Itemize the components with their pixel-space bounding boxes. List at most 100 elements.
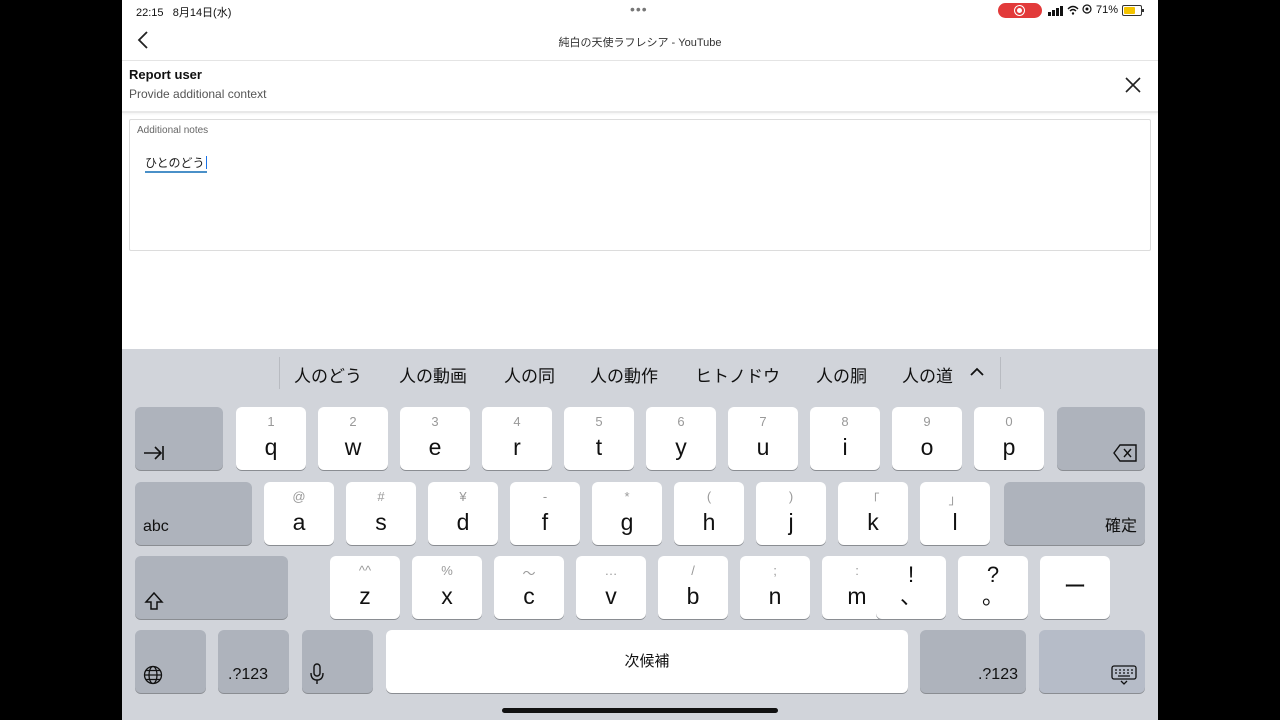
candidate-5[interactable]: 人の胴 — [816, 362, 867, 387]
key-sublabel: ) — [788, 489, 794, 504]
chevron-up-icon — [970, 367, 984, 376]
key-sublabel: 7 — [759, 414, 767, 429]
key-label: l — [952, 509, 958, 535]
notes-input-text[interactable]: ひとのどう — [145, 156, 207, 173]
key-sublabel: ^^ — [358, 563, 372, 578]
key-sublabel: 5 — [595, 414, 603, 429]
key-l[interactable]: 」 l — [920, 482, 990, 545]
key-v[interactable]: … v — [576, 556, 646, 619]
key-o[interactable]: 9o — [892, 407, 962, 470]
space-key[interactable]: 次候補 — [386, 630, 908, 693]
key-label: i — [842, 434, 848, 460]
key-label: u — [756, 434, 770, 460]
key-h[interactable]: (h — [674, 482, 744, 545]
key-j[interactable]: ) j — [756, 482, 826, 545]
expand-candidates-button[interactable] — [968, 361, 986, 381]
abc-key[interactable]: abc — [135, 482, 252, 545]
cellular-signal-icon — [1048, 6, 1064, 16]
key-g[interactable]: * g — [592, 482, 662, 545]
key-f[interactable]: -f — [510, 482, 580, 545]
key-c[interactable]: 〜 c — [494, 556, 564, 619]
key-label: q — [264, 434, 278, 460]
key-a[interactable]: @ a — [264, 482, 334, 545]
multitask-dots-icon[interactable]: ••• — [630, 1, 648, 17]
candidate-6[interactable]: 人の道 — [902, 362, 953, 387]
key-sublabel: - — [542, 489, 548, 504]
key-long-dash[interactable]: ー — [1040, 556, 1110, 619]
key-q[interactable]: 1q — [236, 407, 306, 470]
key-p[interactable]: 0p — [974, 407, 1044, 470]
status-time: 22:15 8月14日(水) — [136, 7, 232, 19]
candidate-bar: 人のどう 人の動画 人の同 人の動作 ヒトノドウ 人の胴 人の道 — [122, 349, 1158, 397]
tab-arrow-icon — [144, 446, 164, 460]
battery-percent: 71% — [1096, 4, 1119, 16]
key-label: c — [523, 583, 535, 609]
key-label: s — [375, 509, 387, 535]
key-b[interactable]: / b — [658, 556, 728, 619]
microphone-icon — [310, 663, 324, 684]
location-icon — [1082, 4, 1092, 17]
status-bar: 22:15 8月14日(水) ••• 71% — [122, 0, 1158, 22]
key-x[interactable]: % x — [412, 556, 482, 619]
key-exclamation[interactable]: !、 — [876, 556, 946, 619]
candidate-2[interactable]: 人の同 — [504, 362, 555, 387]
key-n[interactable]: ; n — [740, 556, 810, 619]
key-s[interactable]: # s — [346, 482, 416, 545]
key-label: f — [541, 509, 549, 535]
key-label: x — [441, 583, 453, 609]
dialog-subtitle: Provide additional context — [129, 87, 267, 101]
globe-key[interactable] — [135, 630, 206, 693]
numbers-key-left[interactable]: .?123 — [218, 630, 289, 693]
key-label: n — [768, 583, 782, 609]
confirm-key[interactable]: 確定 — [1004, 482, 1145, 545]
candidate-divider — [279, 357, 280, 389]
shift-key[interactable] — [135, 556, 288, 619]
key-label: y — [675, 434, 687, 460]
dictation-key[interactable] — [302, 630, 373, 693]
shift-icon — [144, 591, 164, 610]
key-sublabel: 4 — [513, 414, 521, 429]
candidate-3[interactable]: 人の動作 — [590, 362, 658, 387]
key-t[interactable]: 5t — [564, 407, 634, 470]
key-w[interactable]: 2w — [318, 407, 388, 470]
keyboard: 人のどう 人の動画 人の同 人の動作 ヒトノドウ 人の胴 人の道 1q2w3e4… — [122, 349, 1158, 720]
key-sublabel: 0 — [1005, 414, 1013, 429]
key-label: e — [428, 434, 442, 460]
key-r[interactable]: 4r — [482, 407, 552, 470]
hide-keyboard-key[interactable] — [1039, 630, 1145, 693]
additional-notes-textarea[interactable]: Additional notes ひとのどう — [129, 119, 1151, 251]
close-button[interactable] — [1123, 75, 1143, 95]
key-y[interactable]: 6y — [646, 407, 716, 470]
key-sublabel: % — [441, 563, 453, 578]
key-d[interactable]: ¥ d — [428, 482, 498, 545]
backspace-key[interactable] — [1057, 407, 1145, 470]
key-sublabel: 8 — [841, 414, 849, 429]
key-label: t — [595, 434, 603, 460]
backspace-icon — [1113, 444, 1137, 462]
key-sublabel: # — [377, 489, 385, 504]
key-sublabel: 9 — [923, 414, 931, 429]
nav-bar: 純白の天使ラフレシア - YouTube — [122, 22, 1158, 61]
key-label: d — [456, 509, 470, 535]
candidate-divider — [1000, 357, 1001, 389]
wifi-icon — [1067, 5, 1079, 18]
key-label: h — [702, 509, 716, 535]
text-caret — [205, 156, 207, 169]
candidate-0[interactable]: 人のどう — [294, 362, 362, 387]
home-indicator[interactable] — [502, 708, 778, 713]
key-label: k — [867, 509, 879, 535]
screen-record-indicator[interactable] — [998, 3, 1042, 18]
key-e[interactable]: 3e — [400, 407, 470, 470]
tab-key[interactable] — [135, 407, 223, 470]
numbers-key-right[interactable]: .?123 — [920, 630, 1026, 693]
candidate-4[interactable]: ヒトノドウ — [695, 362, 780, 387]
key-k[interactable]: 「k — [838, 482, 908, 545]
key-z[interactable]: ^^ z — [330, 556, 400, 619]
key-label: v — [605, 583, 617, 609]
key-i[interactable]: 8i — [810, 407, 880, 470]
key-label: j — [788, 509, 794, 535]
key-u[interactable]: 7u — [728, 407, 798, 470]
keyboard-hide-icon — [1111, 665, 1137, 685]
candidate-1[interactable]: 人の動画 — [399, 362, 467, 387]
key-question[interactable]: ?。 — [958, 556, 1028, 619]
